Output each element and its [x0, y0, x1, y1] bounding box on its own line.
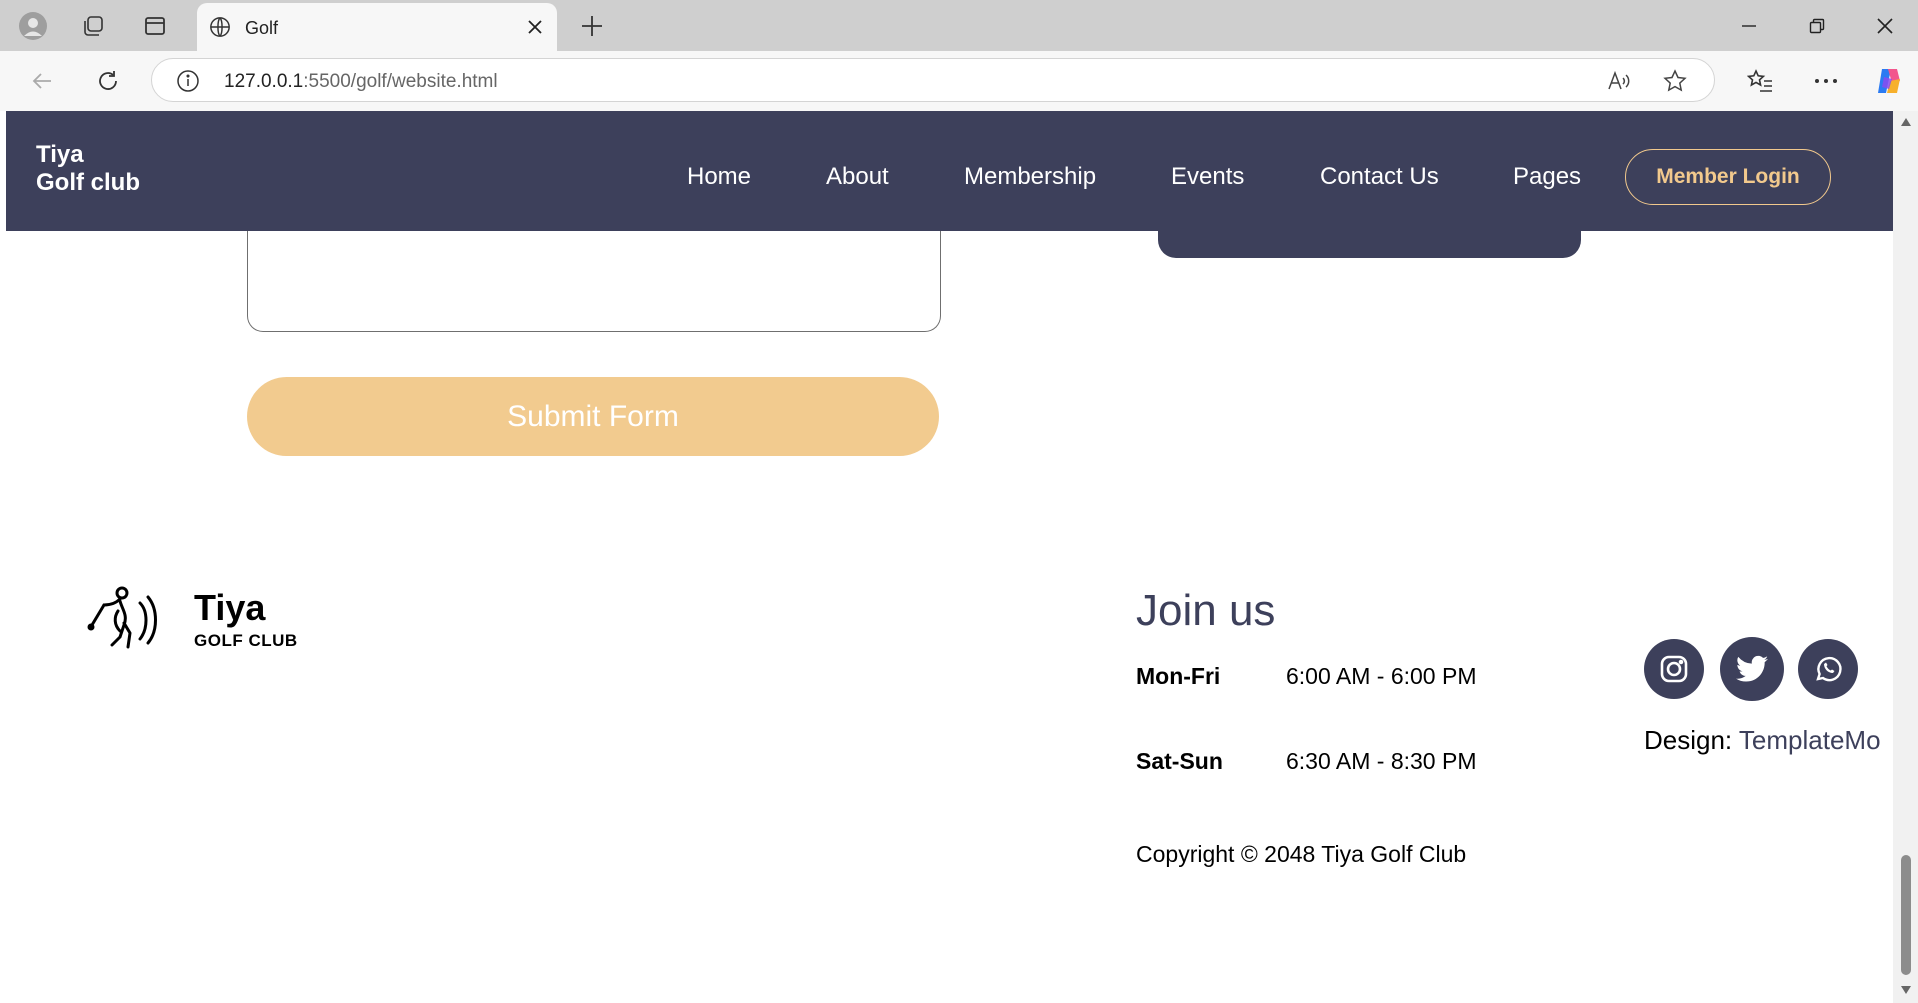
twitter-button[interactable]	[1720, 637, 1784, 701]
hours-day-weekend: Sat-Sun	[1136, 748, 1223, 774]
profile-button[interactable]	[12, 7, 54, 45]
twitter-icon	[1736, 655, 1768, 682]
back-button[interactable]	[20, 61, 64, 101]
scroll-down-arrow-icon[interactable]	[1900, 985, 1912, 995]
new-tab-button[interactable]	[572, 6, 612, 46]
add-favorite-button[interactable]	[1660, 67, 1690, 95]
submit-form-button[interactable]: Submit Form	[247, 377, 939, 456]
more-options-button[interactable]	[1804, 61, 1848, 101]
hours-day-weekdays: Mon-Fri	[1136, 663, 1221, 689]
url-text[interactable]: 127.0.0.1:5500/golf/website.html	[224, 71, 498, 93]
nav-link-pages[interactable]: Pages	[1513, 163, 1581, 191]
vertical-tabs-icon	[145, 17, 165, 35]
member-login-button[interactable]: Member Login	[1625, 149, 1831, 205]
reload-button[interactable]	[86, 61, 130, 101]
whatsapp-button[interactable]	[1798, 639, 1858, 699]
read-aloud-icon	[1608, 70, 1630, 90]
instagram-icon	[1660, 655, 1688, 683]
minimize-button[interactable]	[1726, 6, 1772, 46]
info-icon	[177, 70, 199, 92]
address-bar[interactable]: 127.0.0.1:5500/golf/website.html	[151, 58, 1715, 102]
tab-actions-button[interactable]	[134, 7, 176, 45]
instagram-button[interactable]	[1644, 639, 1704, 699]
star-icon	[1663, 69, 1687, 92]
profile-icon	[19, 12, 47, 40]
favorites-button[interactable]	[1738, 61, 1782, 101]
nav-link-membership[interactable]: Membership	[964, 163, 1096, 191]
footer-brand-name: Tiya	[194, 587, 266, 628]
copilot-button[interactable]	[1866, 61, 1910, 101]
browser-tab-bar: Golf	[0, 0, 1918, 51]
arrow-left-icon	[32, 73, 51, 89]
reload-icon	[99, 71, 117, 90]
golfer-logo-icon	[87, 586, 157, 649]
design-credit: Design: TemplateMo	[1644, 725, 1881, 756]
page-viewport: Tiya Golf club Home About Membership Eve…	[6, 111, 1893, 1003]
copyright-text: Copyright © 2048 Tiya Golf Club	[1136, 841, 1467, 867]
plus-icon	[582, 16, 602, 36]
active-tab[interactable]: Golf	[197, 3, 557, 51]
templatemo-link[interactable]: TemplateMo	[1739, 725, 1881, 755]
site-navbar: Tiya Golf club Home About Membership Eve…	[6, 111, 1893, 231]
join-us-heading: Join us	[1136, 586, 1276, 635]
nav-link-events[interactable]: Events	[1171, 163, 1244, 191]
minimize-icon	[1742, 25, 1756, 27]
scrollbar-thumb[interactable]	[1901, 855, 1911, 975]
hours-time-weekend: 6:30 AM - 8:30 PM	[1286, 748, 1477, 774]
workspaces-button[interactable]	[72, 7, 114, 45]
hours-time-weekdays: 6:00 AM - 6:00 PM	[1286, 663, 1477, 689]
nav-link-about[interactable]: About	[826, 163, 889, 191]
close-window-button[interactable]	[1862, 6, 1908, 46]
design-label: Design:	[1644, 725, 1733, 755]
whatsapp-icon	[1816, 656, 1842, 682]
footer-brand-subtitle: GOLF CLUB	[194, 631, 298, 650]
workspaces-icon	[84, 16, 103, 36]
tab-title: Golf	[245, 18, 279, 38]
vertical-scrollbar[interactable]	[1893, 111, 1918, 1003]
browser-toolbar: 127.0.0.1:5500/golf/website.html	[0, 51, 1918, 111]
close-icon	[1877, 18, 1893, 34]
restore-icon	[1809, 18, 1825, 34]
brand-line-2: Golf club	[36, 169, 140, 196]
site-brand[interactable]: Tiya Golf club	[36, 141, 176, 197]
favorites-list-icon	[1747, 69, 1772, 92]
close-icon	[528, 20, 542, 34]
read-aloud-button[interactable]	[1604, 67, 1634, 95]
globe-icon	[210, 17, 230, 37]
scroll-up-arrow-icon[interactable]	[1900, 117, 1912, 127]
nav-link-home[interactable]: Home	[687, 163, 751, 191]
restore-button[interactable]	[1794, 6, 1840, 46]
url-host: 127.0.0.1	[224, 71, 304, 92]
more-icon	[1815, 79, 1837, 83]
copilot-icon	[1878, 69, 1900, 93]
tab-close-button[interactable]	[521, 13, 549, 41]
url-path: :5500/golf/website.html	[303, 71, 498, 92]
brand-line-1: Tiya	[36, 141, 84, 168]
nav-link-contact-us[interactable]: Contact Us	[1320, 163, 1439, 191]
